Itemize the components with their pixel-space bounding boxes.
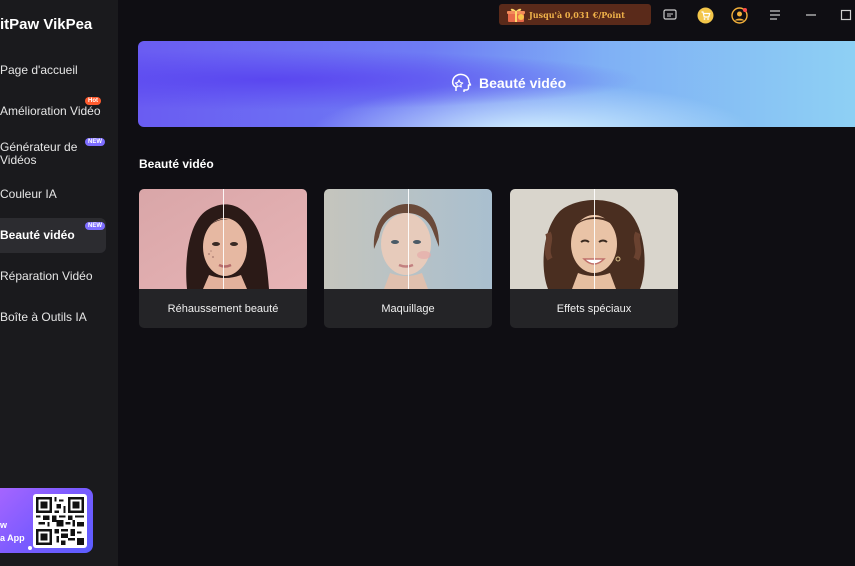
beauty-face-icon <box>451 73 472 92</box>
card-preview-image <box>510 189 678 289</box>
promo-text-line1: w <box>0 520 8 530</box>
banner-title: Beauté vidéo <box>479 75 567 91</box>
card-label: Réhaussement beauté <box>167 302 279 315</box>
qr-code-icon <box>33 494 87 548</box>
before-after-divider[interactable] <box>408 189 409 289</box>
feature-card-special-effects[interactable]: Effets spéciaux <box>510 189 678 328</box>
account-icon[interactable] <box>730 6 748 24</box>
mobile-app-promo[interactable]: w a App <box>0 488 93 553</box>
hero-banner: Beauté vidéo <box>138 41 855 127</box>
sidebar-item-video-enhancement[interactable]: Amélioration Vidéo Hot <box>0 97 106 119</box>
cart-icon[interactable] <box>696 6 714 24</box>
sidebar-item-ai-color[interactable]: Couleur IA <box>0 188 106 202</box>
sidebar-item-label: Page d'accueil <box>0 63 78 77</box>
sidebar-item-label: Beauté vidéo <box>0 228 75 242</box>
maximize-icon[interactable] <box>837 6 855 24</box>
points-promo-button[interactable]: Jusqu'à 0,031 €/Point <box>499 4 651 25</box>
sidebar-item-home[interactable]: Page d'accueil <box>0 64 106 78</box>
section-title: Beauté vidéo <box>139 157 214 171</box>
feature-card-makeup[interactable]: Maquillage <box>324 189 492 328</box>
sidebar-item-video-repair[interactable]: Réparation Vidéo <box>0 270 106 284</box>
sidebar-item-video-generator[interactable]: Générateur de Vidéos NEW <box>0 138 106 167</box>
hot-badge: Hot <box>85 97 101 105</box>
menu-icon[interactable] <box>766 6 784 24</box>
sidebar-item-label: Amélioration Vidéo <box>0 104 101 118</box>
before-after-divider[interactable] <box>594 189 595 289</box>
sidebar-item-label: Couleur IA <box>0 187 57 201</box>
sidebar-item-label: Réparation Vidéo <box>0 269 93 283</box>
promo-text-line2: a App <box>0 533 25 543</box>
before-after-divider[interactable] <box>223 189 224 289</box>
card-label: Maquillage <box>381 302 435 315</box>
card-preview-image <box>139 189 307 289</box>
gift-icon <box>507 8 525 22</box>
app-title: itPaw VikPea <box>0 16 93 33</box>
feature-card-beauty-enhancement[interactable]: Réhaussement beauté <box>139 189 307 328</box>
new-badge: NEW <box>85 138 105 146</box>
minimize-icon[interactable] <box>802 6 820 24</box>
card-preview-image <box>324 189 492 289</box>
sidebar-item-label-line2: Vidéos <box>0 153 37 167</box>
carousel-dot <box>28 546 32 550</box>
sidebar-item-label: Boîte à Outils IA <box>0 310 87 324</box>
points-promo-text: Jusqu'à 0,031 €/Point <box>529 9 625 20</box>
sidebar-item-ai-toolbox[interactable]: Boîte à Outils IA <box>0 311 106 325</box>
sidebar: itPaw VikPea Page d'accueil Amélioration… <box>0 0 118 566</box>
sidebar-item-video-beauty[interactable]: Beauté vidéo NEW <box>0 218 106 253</box>
card-label: Effets spéciaux <box>556 302 632 315</box>
chat-icon[interactable] <box>661 6 679 24</box>
new-badge: NEW <box>85 222 105 230</box>
